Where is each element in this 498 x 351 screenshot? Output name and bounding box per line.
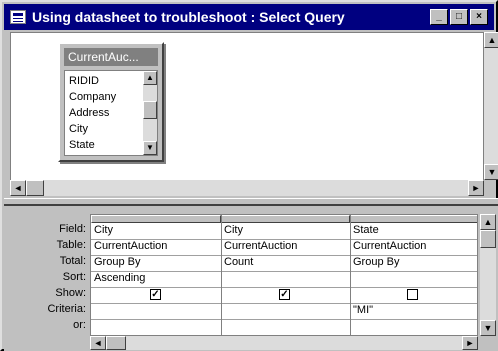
cell-field-1[interactable]: City xyxy=(91,223,221,239)
show-checkbox-1[interactable]: ✓ xyxy=(150,289,161,300)
scroll-thumb[interactable] xyxy=(106,336,126,350)
title-bar[interactable]: Using datasheet to troubleshoot : Select… xyxy=(4,4,494,30)
field-list-item[interactable]: RIDID xyxy=(69,73,99,89)
scroll-up-icon[interactable]: ▲ xyxy=(143,71,157,85)
field-list[interactable]: RIDID Company Address City State ▲ ▼ xyxy=(64,70,158,156)
grid-horizontal-scrollbar[interactable]: ◄ ► xyxy=(90,336,478,350)
row-label-show: Show: xyxy=(55,287,86,299)
field-list-item[interactable]: State xyxy=(69,137,95,153)
field-list-item[interactable]: City xyxy=(69,121,88,137)
scroll-thumb[interactable] xyxy=(143,101,157,119)
row-label-sort: Sort: xyxy=(62,271,86,283)
cell-sort-3[interactable] xyxy=(350,271,477,287)
design-grid-pane: Field: Table: Total: Sort: Show: Criteri… xyxy=(4,206,498,351)
row-label-or: or: xyxy=(73,319,86,331)
row-label-table: Table: xyxy=(56,239,86,251)
scroll-left-icon[interactable]: ◄ xyxy=(90,336,106,350)
upper-horizontal-scrollbar[interactable]: ◄ ► xyxy=(10,180,484,196)
cell-criteria-3[interactable]: "MI" xyxy=(350,303,477,319)
scroll-up-icon[interactable]: ▲ xyxy=(484,32,498,48)
column-selector[interactable] xyxy=(221,215,350,223)
scroll-up-icon[interactable]: ▲ xyxy=(480,214,496,230)
field-list-item[interactable]: Company xyxy=(69,89,116,105)
column-selector[interactable] xyxy=(91,215,221,223)
window-title: Using datasheet to troubleshoot : Select… xyxy=(32,9,345,25)
upper-vertical-scrollbar[interactable]: ▲ ▼ xyxy=(484,32,498,180)
cell-total-3[interactable]: Group By xyxy=(350,255,477,271)
cell-sort-1[interactable]: Ascending xyxy=(91,271,221,287)
query-window: Using datasheet to troubleshoot : Select… xyxy=(0,0,498,351)
cell-total-2[interactable]: Count xyxy=(221,255,350,271)
scroll-down-icon[interactable]: ▼ xyxy=(143,141,157,155)
scroll-right-icon[interactable]: ► xyxy=(468,180,484,196)
scroll-thumb[interactable] xyxy=(26,180,44,196)
table-field-list-title[interactable]: CurrentAuc... xyxy=(64,48,158,66)
scroll-down-icon[interactable]: ▼ xyxy=(480,320,496,336)
scroll-right-icon[interactable]: ► xyxy=(462,336,478,350)
minimize-button[interactable]: _ xyxy=(430,9,448,25)
show-checkbox-3[interactable] xyxy=(407,289,418,300)
cell-sort-2[interactable] xyxy=(221,271,350,287)
close-button[interactable]: × xyxy=(470,9,488,25)
column-selector[interactable] xyxy=(350,215,477,223)
row-label-field: Field: xyxy=(59,223,86,235)
grid-line xyxy=(91,319,477,320)
show-checkbox-2[interactable]: ✓ xyxy=(279,289,290,300)
table-field-list-window[interactable]: CurrentAuc... RIDID Company Address City… xyxy=(58,42,164,162)
cell-criteria-1[interactable] xyxy=(91,303,221,319)
row-label-criteria: Criteria: xyxy=(47,303,86,315)
pane-splitter[interactable] xyxy=(4,198,498,206)
row-label-total: Total: xyxy=(59,255,86,267)
cell-table-1[interactable]: CurrentAuction xyxy=(91,239,221,255)
query-design-grid[interactable]: City CurrentAuction Group By Ascending ✓… xyxy=(90,214,478,336)
cell-table-2[interactable]: CurrentAuction xyxy=(221,239,350,255)
size-grip[interactable] xyxy=(480,336,496,350)
scroll-left-icon[interactable]: ◄ xyxy=(10,180,26,196)
cell-table-3[interactable]: CurrentAuction xyxy=(350,239,477,255)
cell-criteria-2[interactable] xyxy=(221,303,350,319)
grid-vertical-scrollbar[interactable]: ▲ ▼ xyxy=(480,214,496,336)
cell-total-1[interactable]: Group By xyxy=(91,255,221,271)
maximize-button[interactable]: □ xyxy=(450,9,468,25)
cell-field-3[interactable]: State xyxy=(350,223,477,239)
scroll-down-icon[interactable]: ▼ xyxy=(484,164,498,180)
query-icon[interactable] xyxy=(10,10,26,24)
field-list-scrollbar[interactable]: ▲ ▼ xyxy=(143,71,157,155)
grid-line xyxy=(91,287,477,288)
cell-field-2[interactable]: City xyxy=(221,223,350,239)
scroll-thumb[interactable] xyxy=(480,230,496,248)
field-list-item[interactable]: Address xyxy=(69,105,109,121)
